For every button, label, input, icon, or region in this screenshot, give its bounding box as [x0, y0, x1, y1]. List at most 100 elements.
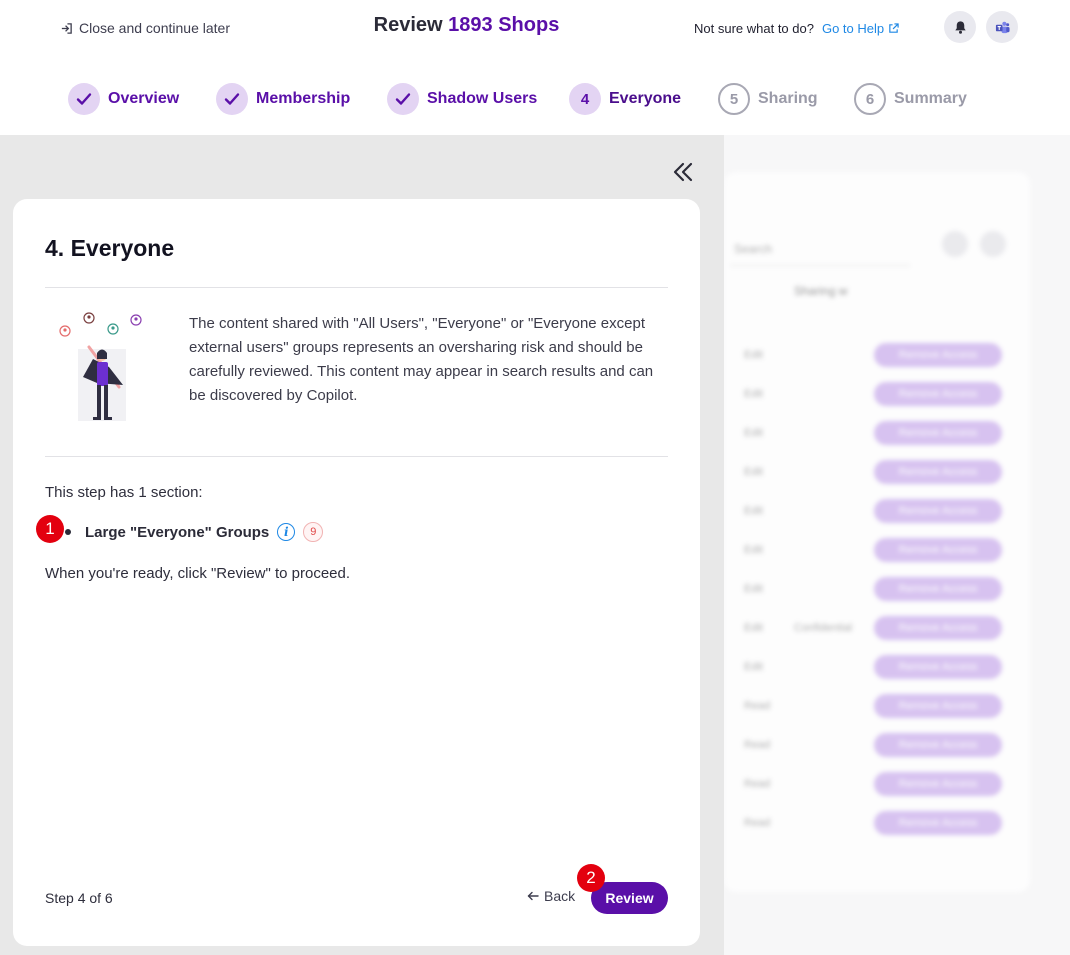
section-list-item: Large "Everyone" Groups i 9 — [65, 522, 324, 542]
table-row: Edit Remove Access — [724, 378, 1030, 416]
remove-access-button[interactable]: Remove Access — [874, 772, 1002, 796]
permission-cell: Edit — [744, 349, 763, 361]
wizard-stepper: Overview Membership Shadow Users 4 Every… — [0, 82, 1070, 116]
permission-cell: Read — [744, 700, 771, 712]
section-intro-text: This step has 1 section: — [45, 484, 203, 501]
step-check-circle — [68, 83, 100, 115]
table-row: Read Remove Access — [724, 729, 1030, 767]
permission-cell: Read — [744, 739, 771, 751]
step-number: 5 — [718, 83, 750, 115]
title-prefix: Review — [373, 14, 443, 36]
annotation-marker-1: 1 — [36, 515, 64, 543]
permission-cell: Edit — [744, 661, 763, 673]
step-counter: Step 4 of 6 — [45, 890, 113, 906]
oversharing-illustration — [59, 312, 142, 421]
access-list-card: Search Sharing w Edit Remove Access Edit R… — [724, 172, 1030, 892]
table-row: Edit Confidential Remove Access — [724, 612, 1030, 650]
column-header: Sharing w — [794, 284, 848, 298]
remove-access-button[interactable]: Remove Access — [874, 421, 1002, 445]
table-row: Edit Remove Access — [724, 651, 1030, 689]
filter-icon[interactable] — [942, 231, 968, 257]
bell-icon — [954, 20, 966, 34]
permission-cell: Edit — [744, 583, 763, 595]
step-label: Overview — [108, 90, 180, 107]
permission-cell: Edit — [744, 388, 763, 400]
notifications-button[interactable] — [944, 11, 976, 43]
card-title: 4. Everyone — [45, 235, 175, 261]
step-overview[interactable]: Overview — [68, 82, 179, 116]
remove-access-button[interactable]: Remove Access — [874, 616, 1002, 640]
header: Close and continue later Review 1893 Sho… — [0, 0, 1070, 135]
step-check-circle — [387, 83, 419, 115]
remove-access-button[interactable]: Remove Access — [874, 811, 1002, 835]
check-icon — [76, 93, 92, 105]
back-button[interactable]: Back — [527, 888, 575, 904]
step-everyone[interactable]: 4 Everyone — [569, 82, 681, 116]
step-label: Sharing — [758, 90, 818, 107]
step-summary[interactable]: 6 Summary — [854, 82, 967, 116]
table-row: Edit Remove Access — [724, 573, 1030, 611]
table-row: Read Remove Access — [724, 807, 1030, 845]
double-chevron-left-icon — [673, 162, 693, 182]
teams-button[interactable] — [986, 11, 1018, 43]
step-shadow-users[interactable]: Shadow Users — [387, 82, 537, 116]
remove-access-button[interactable]: Remove Access — [874, 694, 1002, 718]
step-check-circle — [216, 83, 248, 115]
permission-cell: Read — [744, 817, 771, 829]
check-icon — [224, 93, 240, 105]
section-count-badge: 9 — [303, 522, 324, 542]
table-row: Edit Remove Access — [724, 456, 1030, 494]
right-panel-blurred: Search Sharing w Edit Remove Access Edit R… — [724, 135, 1070, 955]
remove-access-button[interactable]: Remove Access — [874, 460, 1002, 484]
section-label: Large "Everyone" Groups — [85, 523, 270, 541]
remove-access-button[interactable]: Remove Access — [874, 382, 1002, 406]
info-icon[interactable]: i — [277, 523, 296, 541]
label-cell: Confidential — [794, 622, 853, 634]
step-number: 4 — [569, 83, 601, 115]
table-row: Edit Remove Access — [724, 339, 1030, 377]
remove-access-button[interactable]: Remove Access — [874, 733, 1002, 757]
permission-cell: Edit — [744, 544, 763, 556]
back-label: Back — [544, 888, 576, 904]
remove-access-button[interactable]: Remove Access — [874, 577, 1002, 601]
arrow-left-icon — [527, 891, 539, 901]
bullet-dot — [65, 529, 71, 535]
permission-cell: Edit — [744, 466, 763, 478]
table-row: Edit Remove Access — [724, 495, 1030, 533]
help-area: Not sure what to do? Go to Help — [694, 18, 899, 38]
go-to-help-link[interactable]: Go to Help — [822, 21, 899, 36]
teams-icon — [995, 21, 1010, 33]
permission-cell: Edit — [744, 427, 763, 439]
table-row: Edit Remove Access — [724, 417, 1030, 455]
search-input[interactable]: Search — [730, 232, 910, 266]
divider — [45, 287, 668, 288]
divider — [45, 456, 668, 457]
step-label: Summary — [894, 90, 967, 107]
table-row: Read Remove Access — [724, 768, 1030, 806]
permission-cell: Edit — [744, 622, 763, 634]
step-label: Shadow Users — [427, 90, 538, 107]
collapse-panel-button[interactable] — [668, 158, 698, 186]
link-icon[interactable] — [980, 231, 1006, 257]
external-link-icon — [889, 22, 899, 33]
annotation-marker-2: 2 — [577, 864, 605, 892]
permission-cell: Read — [744, 778, 771, 790]
permission-cell: Edit — [744, 505, 763, 517]
help-text: Not sure what to do? — [694, 20, 814, 36]
remove-access-button[interactable]: Remove Access — [874, 343, 1002, 367]
remove-access-button[interactable]: Remove Access — [874, 499, 1002, 523]
proceed-instruction: When you're ready, click "Review" to pro… — [45, 565, 351, 582]
table-row: Read Remove Access — [724, 690, 1030, 728]
step-description: The content shared with "All Users", "Ev… — [189, 315, 654, 404]
step-membership[interactable]: Membership — [216, 82, 350, 116]
table-row: Edit Remove Access — [724, 534, 1030, 572]
step-sharing[interactable]: 5 Sharing — [718, 82, 818, 116]
remove-access-button[interactable]: Remove Access — [874, 538, 1002, 562]
step-label: Everyone — [609, 90, 682, 107]
remove-access-button[interactable]: Remove Access — [874, 655, 1002, 679]
help-link-label: Go to Help — [821, 20, 885, 36]
step-card: 4. Everyone The content shared with "All… — [13, 199, 700, 946]
step-number: 6 — [854, 83, 886, 115]
check-icon — [395, 93, 411, 105]
review-button[interactable]: Review — [591, 882, 668, 914]
